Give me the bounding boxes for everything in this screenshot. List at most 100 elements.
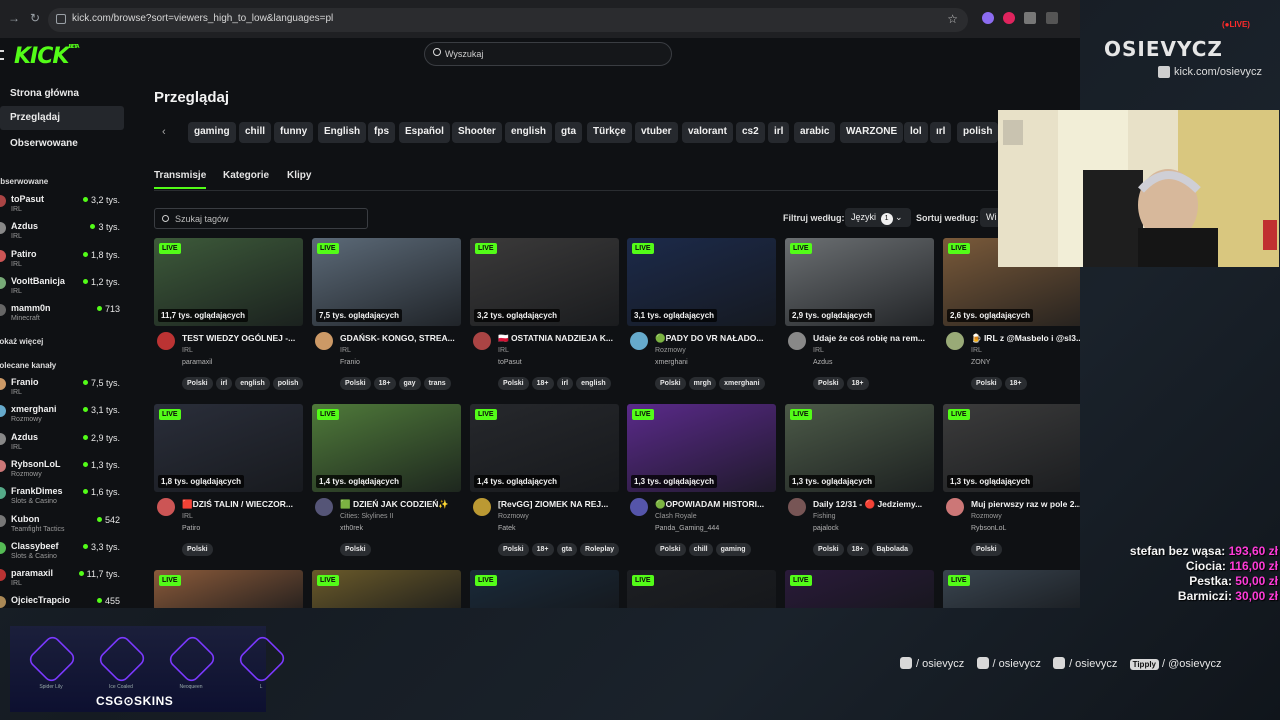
sidebar-channel[interactable]: toPasut IRL 3,2 tys. bbox=[0, 193, 124, 219]
sidebar-channel[interactable]: Franio IRL 7,5 tys. bbox=[0, 376, 124, 402]
stream-title[interactable]: 🟢PADY DO VR NAŁADO... bbox=[655, 333, 775, 344]
stream-thumbnail[interactable]: LIVE 1,4 tys. oglądających bbox=[470, 404, 619, 492]
sidebar-channel[interactable]: Azdus IRL 2,9 tys. bbox=[0, 431, 124, 457]
channel-avatar[interactable] bbox=[157, 332, 175, 350]
tag-chip[interactable]: vtuber bbox=[635, 122, 678, 143]
tag-chip[interactable]: cs2 bbox=[736, 122, 765, 143]
stream-tag[interactable]: Polski bbox=[655, 377, 686, 390]
channel-avatar[interactable] bbox=[946, 332, 964, 350]
channel-avatar[interactable] bbox=[315, 498, 333, 516]
stream-category[interactable]: IRL bbox=[813, 347, 824, 354]
stream-tag[interactable]: 18+ bbox=[846, 377, 869, 390]
stream-tag[interactable]: Polski bbox=[498, 543, 529, 556]
tag-chip[interactable]: Shooter bbox=[452, 122, 502, 143]
sidebar-channel[interactable]: mamm0n Minecraft 713 bbox=[0, 302, 124, 328]
stream-tag[interactable]: english bbox=[576, 377, 611, 390]
stream-title[interactable]: Udaje że coś robię na rem... bbox=[813, 333, 933, 343]
tag-chip[interactable]: gaming bbox=[188, 122, 236, 143]
sidebar-channel[interactable]: OjciecTrapcio 455 bbox=[0, 594, 124, 608]
tag-chip[interactable]: polish bbox=[957, 122, 999, 143]
stream-category[interactable]: IRL bbox=[498, 347, 509, 354]
kick-logo[interactable]: KICKBETA bbox=[14, 44, 80, 69]
stream-title[interactable]: 🟥DZIŚ TALIN / WIECZOR... bbox=[182, 499, 302, 510]
channel-name[interactable]: RybsonLoL bbox=[971, 525, 1006, 532]
channel-avatar[interactable] bbox=[630, 332, 648, 350]
channel-name[interactable]: Fatek bbox=[498, 525, 516, 532]
bookmark-star-icon[interactable]: ☆ bbox=[947, 12, 958, 26]
url-field[interactable]: kick.com/browse?sort=viewers_high_to_low… bbox=[48, 8, 968, 32]
chevron-left-icon[interactable]: ‹ bbox=[162, 126, 166, 138]
stream-tag[interactable]: xmerghani bbox=[719, 377, 765, 390]
channel-avatar[interactable] bbox=[473, 498, 491, 516]
sidepanel-icon[interactable] bbox=[1046, 12, 1058, 24]
stream-thumbnail[interactable]: LIVE 1,3 tys. oglądających bbox=[943, 404, 1080, 492]
stream-tag[interactable]: Polski bbox=[813, 543, 844, 556]
stream-tag[interactable]: 18+ bbox=[373, 377, 396, 390]
sidebar-channel[interactable]: FrankDimes Slots & Casino 1,6 tys. bbox=[0, 485, 124, 511]
stream-thumbnail[interactable]: LIVE bbox=[785, 570, 934, 608]
reload-icon[interactable]: ↻ bbox=[30, 11, 40, 25]
stream-title[interactable]: [RevGG] ZIOMEK NA REJ... bbox=[498, 499, 618, 509]
tag-chip[interactable]: lol bbox=[904, 122, 928, 143]
extension-icon[interactable] bbox=[982, 12, 994, 24]
tag-chip[interactable]: funny bbox=[274, 122, 314, 143]
sidebar-channel[interactable]: Kubon Teamfight Tactics 542 bbox=[0, 513, 124, 539]
stream-tag[interactable]: mrgh bbox=[688, 377, 717, 390]
channel-avatar[interactable] bbox=[788, 498, 806, 516]
channel-avatar[interactable] bbox=[788, 332, 806, 350]
stream-tag[interactable]: 18+ bbox=[531, 377, 554, 390]
stream-category[interactable]: Fishing bbox=[813, 513, 836, 520]
stream-category[interactable]: IRL bbox=[182, 347, 193, 354]
stream-tag[interactable]: Polski bbox=[971, 543, 1002, 556]
tag-chip[interactable]: WARZONE bbox=[840, 122, 904, 143]
sidebar-channel[interactable]: Classybeef Slots & Casino 3,3 tys. bbox=[0, 540, 124, 566]
show-more-link[interactable]: Pokaż więcej bbox=[0, 337, 43, 346]
tag-chip[interactable]: valorant bbox=[682, 122, 733, 143]
stream-thumbnail[interactable]: LIVE 2,9 tys. oglądających bbox=[785, 238, 934, 326]
stream-title[interactable]: 🇵🇱 OSTATNIA NADZIEJA K... bbox=[498, 333, 618, 344]
stream-tag[interactable]: 18+ bbox=[531, 543, 554, 556]
channel-avatar[interactable] bbox=[315, 332, 333, 350]
channel-name[interactable]: Franio bbox=[340, 359, 360, 366]
stream-thumbnail[interactable]: LIVE bbox=[943, 570, 1080, 608]
stream-tag[interactable]: polish bbox=[272, 377, 304, 390]
stream-title[interactable]: 🍺 IRL z @Masbelo i @sl3... bbox=[971, 333, 1080, 344]
tab-streams[interactable]: Transmisje bbox=[154, 170, 207, 189]
stream-category[interactable]: Clash Royale bbox=[655, 513, 697, 520]
search-input[interactable]: Wyszukaj bbox=[424, 42, 672, 66]
stream-thumbnail[interactable]: LIVE 1,3 tys. oglądających bbox=[785, 404, 934, 492]
stream-tag[interactable]: trans bbox=[423, 377, 451, 390]
tag-chip[interactable]: irl bbox=[768, 122, 790, 143]
tag-chip[interactable]: Español bbox=[399, 122, 450, 143]
tag-chip[interactable]: arabic bbox=[794, 122, 836, 143]
sidebar-channel[interactable]: VooltBanicja IRL 1,2 tys. bbox=[0, 275, 124, 301]
stream-thumbnail[interactable]: LIVE bbox=[312, 570, 461, 608]
sidebar-channel[interactable]: RybsonLoL Rozmowy 1,3 tys. bbox=[0, 458, 124, 484]
stream-tag[interactable]: irl bbox=[215, 377, 233, 390]
channel-name[interactable]: toPasut bbox=[498, 359, 522, 366]
languages-filter-button[interactable]: Języki 1 ⌄ bbox=[845, 208, 911, 227]
stream-tag[interactable]: Polski bbox=[340, 377, 371, 390]
menu-icon[interactable] bbox=[0, 50, 4, 60]
channel-name[interactable]: xmerghani bbox=[655, 359, 688, 366]
stream-thumbnail[interactable]: LIVE bbox=[470, 570, 619, 608]
stream-title[interactable]: Muj pierwszy raz w pole 2... bbox=[971, 499, 1080, 509]
tag-chip[interactable]: Türkçe bbox=[587, 122, 632, 143]
channel-name[interactable]: Patiro bbox=[182, 525, 200, 532]
stream-thumbnail[interactable]: LIVE 1,4 tys. oglądających bbox=[312, 404, 461, 492]
stream-tag[interactable]: 18+ bbox=[846, 543, 869, 556]
stream-category[interactable]: Rozmowy bbox=[971, 513, 1002, 520]
stream-tag[interactable]: chill bbox=[688, 543, 713, 556]
stream-thumbnail[interactable]: LIVE 1,8 tys. oglądających bbox=[154, 404, 303, 492]
stream-title[interactable]: Daily 12/31 - 🔴 Jedziemy... bbox=[813, 499, 933, 510]
channel-avatar[interactable] bbox=[946, 498, 964, 516]
puzzle-icon[interactable] bbox=[1024, 12, 1036, 24]
stream-tag[interactable]: Polski bbox=[182, 543, 213, 556]
sidebar-channel[interactable]: paramaxil IRL 11,7 tys. bbox=[0, 567, 124, 593]
stream-category[interactable]: IRL bbox=[182, 513, 193, 520]
stream-tag[interactable]: Polski bbox=[182, 377, 213, 390]
tab-categories[interactable]: Kategorie bbox=[223, 170, 269, 181]
channel-name[interactable]: xth0rek bbox=[340, 525, 363, 532]
channel-name[interactable]: Panda_Gaming_444 bbox=[655, 525, 719, 532]
stream-tag[interactable]: english bbox=[235, 377, 270, 390]
